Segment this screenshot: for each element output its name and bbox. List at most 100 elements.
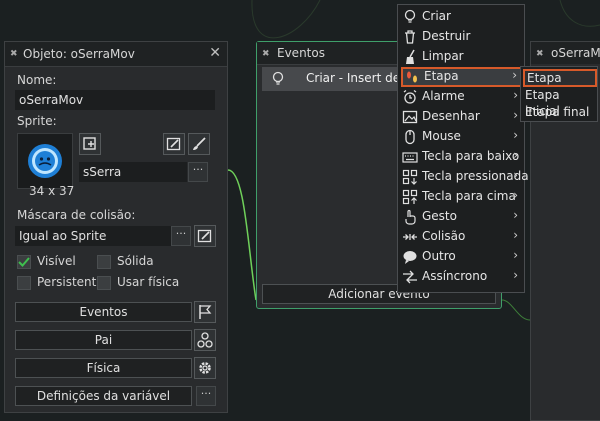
lightbulb-icon (404, 9, 416, 23)
chevron-right-icon: › (513, 88, 518, 102)
solid-checkbox[interactable] (97, 255, 111, 269)
menu-item-gesture[interactable]: Gesto › (398, 207, 524, 227)
events-flag-button[interactable] (194, 301, 216, 323)
panel-menu-icon[interactable]: ✖ (262, 49, 270, 59)
collision-mask-label: Máscara de colisão: (17, 208, 136, 222)
lightbulb-icon (272, 71, 284, 85)
brush-icon (193, 137, 206, 150)
menu-item-cleanup[interactable]: Limpar (398, 47, 524, 67)
visible-checkbox[interactable] (17, 255, 31, 269)
edit-sprite-button[interactable] (163, 133, 185, 155)
sprite-size: 34 x 37 (29, 184, 75, 198)
step-submenu: Etapa Etapa inicial Etapa final (520, 66, 598, 122)
edit-mask-button[interactable] (194, 225, 216, 247)
object-properties-panel: ✖ Objeto: oSerraMov ✕ Nome: oSerraMov Sp… (4, 41, 228, 413)
menu-item-collision[interactable]: Colisão › (398, 227, 524, 247)
menu-item-label: Desenhar (422, 109, 480, 123)
broom-icon (406, 49, 415, 64)
secondary-panel-titlebar[interactable]: ✖ oSerraMov (531, 42, 600, 64)
sprite-browse-button[interactable]: ··· (188, 162, 208, 182)
menu-item-step[interactable]: Etapa › (401, 67, 523, 87)
persistent-label: Persistente (37, 275, 104, 289)
mouse-icon (405, 129, 415, 145)
use-physics-checkbox[interactable] (97, 276, 111, 290)
add-event-context-menu: Criar Destruir Limpar Etapa › Alarme › D… (397, 4, 529, 293)
solid-label: Sólida (117, 254, 154, 268)
sprite-preview[interactable] (17, 133, 73, 189)
flag-icon (199, 305, 212, 319)
submenu-item-end-step[interactable]: Etapa final (523, 104, 597, 122)
name-label: Nome: (17, 73, 57, 87)
menu-item-key-up[interactable]: Tecla para cima › (398, 187, 524, 207)
panel-menu-icon[interactable]: ✖ (536, 49, 544, 59)
chevron-right-icon: › (513, 248, 518, 262)
object-panel-titlebar[interactable]: ✖ Objeto: oSerraMov ✕ (5, 42, 227, 67)
menu-item-key-pressed[interactable]: Tecla pressionada › (398, 167, 529, 187)
footsteps-icon (407, 71, 417, 83)
collision-mask-field[interactable]: Igual ao Sprite (15, 226, 171, 246)
keyboard-icon (402, 152, 418, 163)
submenu-item-step[interactable]: Etapa (523, 69, 597, 87)
events-button[interactable]: Eventos (15, 302, 192, 322)
sprite-label: Sprite: (17, 114, 57, 128)
collision-icon (403, 234, 417, 240)
menu-item-label: Criar (422, 9, 451, 23)
alarm-clock-icon (403, 89, 417, 104)
menu-item-label: Tecla para baixo (422, 149, 520, 163)
menu-item-async[interactable]: Assíncrono › (398, 267, 524, 287)
object-panel-title: Objeto: oSerraMov (23, 47, 135, 61)
add-sprite-icon (83, 137, 96, 150)
paint-sprite-button[interactable] (188, 133, 210, 155)
menu-item-create[interactable]: Criar (398, 7, 524, 27)
chevron-right-icon: › (513, 108, 518, 122)
chat-bubble-icon (403, 251, 417, 264)
variables-more-button[interactable]: ··· (196, 386, 216, 406)
hand-icon (405, 209, 416, 225)
menu-item-alarm[interactable]: Alarme › (398, 87, 524, 107)
menu-item-label: Gesto (422, 209, 457, 223)
edit-image-icon (197, 229, 212, 243)
chevron-right-icon: › (512, 68, 517, 82)
chevron-right-icon: › (513, 188, 518, 202)
sprite-name-field[interactable]: sSerra (79, 162, 187, 182)
visible-label: Visível (37, 254, 76, 268)
parent-hierarchy-button[interactable] (194, 329, 216, 351)
chevron-right-icon: › (513, 228, 518, 242)
mask-browse-button[interactable]: ··· (171, 226, 191, 246)
chevron-right-icon: › (513, 168, 518, 182)
menu-item-key-down[interactable]: Tecla para baixo › (398, 147, 524, 167)
menu-item-label: Alarme (422, 89, 465, 103)
name-input[interactable]: oSerraMov (15, 90, 215, 110)
parent-button[interactable]: Pai (15, 330, 192, 350)
key-up-icon (402, 189, 418, 205)
persistent-checkbox[interactable] (17, 276, 31, 290)
chevron-right-icon: › (513, 148, 518, 162)
menu-item-label: Assíncrono (422, 269, 488, 283)
physics-settings-button[interactable] (194, 357, 216, 379)
chevron-right-icon: › (513, 208, 518, 222)
chevron-right-icon: › (513, 128, 518, 142)
checkmark-icon (18, 257, 30, 267)
menu-item-destroy[interactable]: Destruir (398, 27, 524, 47)
panel-menu-icon[interactable]: ✖ (10, 49, 18, 59)
hierarchy-icon (197, 332, 213, 348)
chevron-right-icon: › (513, 268, 518, 282)
trash-icon (405, 30, 415, 44)
gear-icon (199, 362, 211, 374)
menu-item-label: Tecla para cima (422, 189, 516, 203)
menu-item-label: Limpar (422, 49, 464, 63)
menu-item-other[interactable]: Outro › (398, 247, 524, 267)
key-pressed-icon (402, 169, 418, 185)
menu-item-label: Outro (422, 249, 456, 263)
events-panel-title: Eventos (277, 46, 325, 60)
menu-item-draw[interactable]: Desenhar › (398, 107, 524, 127)
variable-definitions-button[interactable]: Definições da variável (15, 386, 192, 406)
picture-icon (402, 110, 418, 124)
menu-item-mouse[interactable]: Mouse › (398, 127, 524, 147)
close-icon[interactable]: ✕ (209, 45, 221, 61)
menu-item-label: Colisão (422, 229, 466, 243)
new-sprite-button[interactable] (79, 133, 101, 155)
menu-item-label: Mouse (422, 129, 461, 143)
physics-button[interactable]: Física (15, 358, 192, 378)
submenu-item-begin-step[interactable]: Etapa inicial (523, 87, 597, 118)
